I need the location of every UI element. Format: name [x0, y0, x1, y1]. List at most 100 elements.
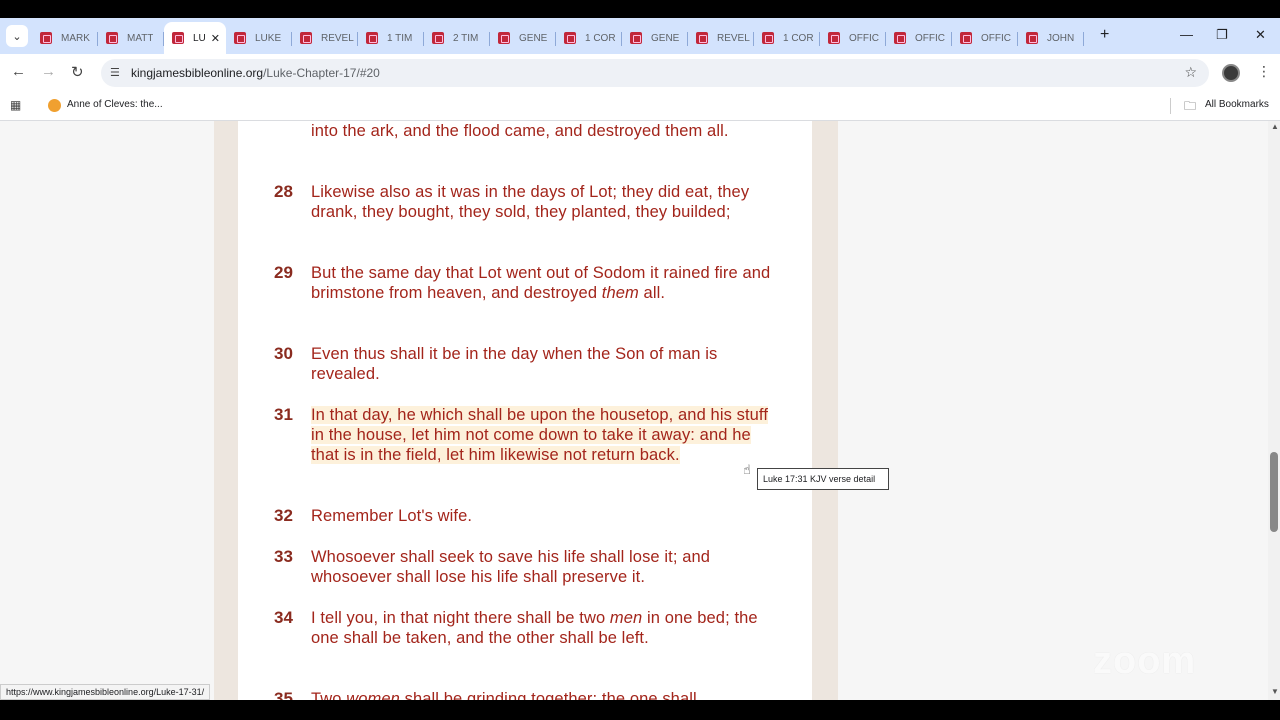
verse-text-part: all. [638, 284, 666, 302]
tab[interactable]: OFFIC [886, 24, 952, 52]
verse-text: Whosoever shall seek to save his life sh… [311, 548, 711, 586]
tab[interactable]: 2 TIM [424, 24, 490, 52]
tab-strip: ⌄ MARK MATT LU ✕ LUKE REVEL 1 TIM 2 TIM G… [0, 18, 1280, 54]
scroll-down-arrow-icon[interactable]: ▼ [1271, 687, 1279, 696]
verse-number: 34 [274, 608, 293, 627]
bible-favicon-icon [828, 32, 840, 44]
close-tab-icon[interactable]: ✕ [211, 32, 220, 45]
tab[interactable]: MATT [98, 24, 164, 52]
bookmark-item[interactable]: Anne of Cleves: the... [67, 99, 163, 110]
verse-number: 29 [274, 263, 293, 282]
hand-cursor-icon: ☝ [743, 462, 751, 477]
highlight: In that day, he which shall be upon the … [311, 406, 769, 464]
tab[interactable]: REVEL [292, 24, 358, 52]
tab[interactable]: REVEL [688, 24, 754, 52]
tab[interactable]: JOHN [1018, 24, 1084, 52]
verse-text: into the ark, and the flood came, and de… [311, 122, 729, 140]
bookmarks-bar: ▦ Anne of Cleves: the... 🗀 All Bookmarks [0, 92, 1280, 121]
verse-text: Even thus shall it be in the day when th… [311, 345, 718, 383]
verse-number: 30 [274, 344, 293, 363]
tab[interactable]: GENE [622, 24, 688, 52]
tab[interactable]: MARK [32, 24, 98, 52]
tab-label: 1 COR [585, 32, 616, 44]
url-text[interactable]: kingjamesbibleonline.org/Luke-Chapter-17… [131, 66, 380, 80]
more-menu-icon[interactable]: ⋮ [1257, 63, 1271, 80]
tab-label: OFFIC [915, 32, 945, 44]
close-window-icon[interactable]: ✕ [1255, 27, 1266, 43]
verse-number: 33 [274, 547, 293, 566]
bible-favicon-icon [40, 32, 52, 44]
verse-text: I tell you, in that night there shall be… [311, 608, 777, 648]
forward-arrow-icon[interactable]: → [41, 63, 56, 80]
chapter-content: into the ark, and the flood came, and de… [238, 121, 812, 700]
bible-favicon-icon [696, 32, 708, 44]
site-info-icon[interactable]: ☰ [110, 66, 120, 79]
verse-text-part: Two [311, 690, 347, 700]
all-bookmarks-button[interactable]: All Bookmarks [1205, 99, 1269, 110]
apps-grid-icon[interactable]: ▦ [10, 98, 21, 112]
tab-label: MATT [127, 32, 154, 44]
verse-number: 31 [274, 405, 293, 424]
tab-search-button[interactable]: ⌄ [6, 25, 28, 47]
restore-window-icon[interactable]: ❐ [1216, 27, 1228, 43]
verse-italic-word: them [601, 284, 639, 302]
tab[interactable]: 1 TIM [358, 24, 424, 52]
tab-label: MARK [61, 32, 90, 44]
new-tab-plus-icon[interactable]: + [1100, 26, 1109, 44]
chevron-down-icon: ⌄ [12, 30, 22, 43]
tab-label: OFFIC [981, 32, 1011, 44]
verse-text-part: shall be grinding together; the one shal… [399, 690, 697, 700]
tooltip: Luke 17:31 KJV verse detail [757, 468, 889, 490]
verse-text: Likewise also as it was in the days of L… [311, 183, 750, 221]
url-path: /Luke-Chapter-17/#20 [263, 66, 380, 80]
tab[interactable]: 1 COR [754, 24, 820, 52]
tab[interactable]: OFFIC [820, 24, 886, 52]
navigation-bar: ← → ↻ ☰ kingjamesbibleonline.org/Luke-Ch… [0, 54, 1280, 92]
verse-text-part: But the same day that Lot went out of So… [311, 264, 771, 302]
tab[interactable]: OFFIC [952, 24, 1018, 52]
zoom-watermark: zoom [1093, 640, 1197, 682]
verse-italic-word: women [346, 690, 400, 700]
tab-label: REVEL [321, 32, 354, 44]
bookmark-star-icon[interactable]: ☆ [1184, 64, 1197, 81]
tab-label: LU [193, 32, 206, 44]
tab[interactable]: 1 COR [556, 24, 622, 52]
reload-icon[interactable]: ↻ [71, 63, 84, 81]
tab-label: JOHN [1047, 32, 1075, 44]
vertical-scrollbar[interactable]: ▲ ▼ [1268, 121, 1280, 700]
verse-text: Remember Lot's wife. [311, 507, 473, 525]
bible-favicon-icon [432, 32, 444, 44]
scroll-up-arrow-icon[interactable]: ▲ [1271, 122, 1279, 131]
tab-label: REVEL [717, 32, 750, 44]
tab-label: GENE [651, 32, 680, 44]
bible-favicon-icon [960, 32, 972, 44]
verse-text-highlighted: In that day, he which shall be upon the … [311, 405, 777, 465]
verse-text: Two women shall be grinding together; th… [311, 689, 777, 700]
bible-favicon-icon [300, 32, 312, 44]
bookmark-favicon-icon [48, 99, 61, 112]
minimize-icon[interactable]: — [1180, 27, 1193, 42]
tab[interactable]: GENE [490, 24, 556, 52]
left-margin-band [214, 121, 238, 700]
folder-icon: 🗀 [1184, 99, 1197, 113]
tab-label: 2 TIM [453, 32, 479, 44]
tab-active[interactable]: LU ✕ [164, 22, 226, 54]
top-letterbox [0, 0, 1280, 18]
bible-favicon-icon [564, 32, 576, 44]
bible-favicon-icon [894, 32, 906, 44]
verse-number: 35 [274, 689, 293, 700]
tab[interactable]: LUKE [226, 24, 292, 52]
scrollbar-thumb[interactable] [1270, 452, 1278, 532]
profile-avatar[interactable] [1222, 64, 1240, 82]
verse-italic-word: men [609, 609, 643, 627]
tab-label: 1 COR [783, 32, 814, 44]
bible-favicon-icon [234, 32, 246, 44]
bible-favicon-icon [172, 32, 184, 44]
address-bar[interactable]: ☰ kingjamesbibleonline.org/Luke-Chapter-… [101, 59, 1209, 87]
bible-favicon-icon [762, 32, 774, 44]
status-url: https://www.kingjamesbibleonline.org/Luk… [0, 684, 211, 700]
back-arrow-icon[interactable]: ← [11, 63, 26, 80]
verse-text-part: I tell you, in that night there shall be… [311, 609, 610, 627]
tab-list: MARK MATT LU ✕ LUKE REVEL 1 TIM 2 TIM GEN… [32, 22, 1084, 54]
verse-number: 28 [274, 182, 293, 201]
